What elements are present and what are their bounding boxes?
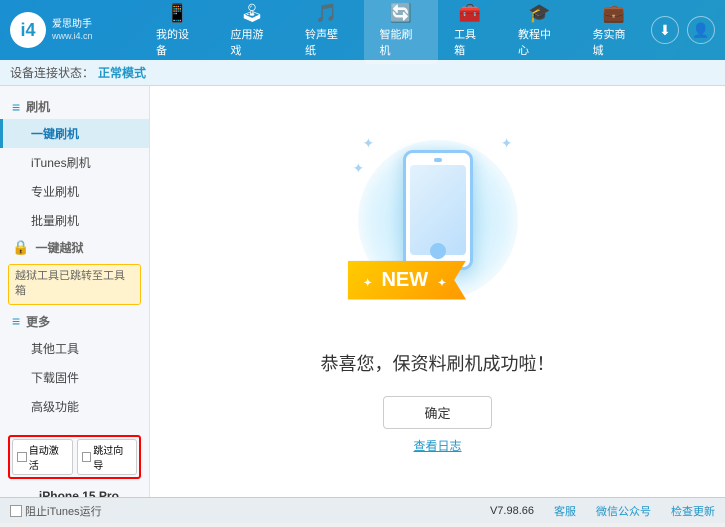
status-value: 正常模式 bbox=[98, 64, 146, 81]
logo-area: i4 爱思助手 www.i4.cn bbox=[10, 12, 140, 48]
nav-my-device[interactable]: 📱 我的设备 bbox=[140, 0, 215, 64]
confirm-button[interactable]: 确定 bbox=[383, 396, 491, 429]
footer-link-wechat[interactable]: 微信公众号 bbox=[596, 503, 651, 519]
device-details: iPhone 15 Pro Max 512GB iPhone bbox=[39, 489, 141, 497]
nav-tutorials[interactable]: 🎓 教程中心 bbox=[502, 0, 577, 64]
status-bar: 设备连接状态： 正常模式 bbox=[0, 60, 725, 86]
version-label: V7.98.66 bbox=[490, 505, 534, 517]
flash-section-icon: ≡ bbox=[12, 99, 20, 115]
device-info: 📱 iPhone 15 Pro Max 512GB iPhone bbox=[0, 485, 149, 497]
status-label: 设备连接状态： bbox=[10, 64, 94, 81]
footer-link-update[interactable]: 检查更新 bbox=[671, 503, 715, 519]
main-layout: ≡ 刷机 一键刷机 iTunes刷机 专业刷机 批量刷机 🔒 一键越狱 越狱工具… bbox=[0, 86, 725, 497]
skip-guide-checkbox[interactable] bbox=[82, 452, 92, 462]
sidebar-item-other-tools[interactable]: 其他工具 bbox=[0, 334, 149, 363]
sparkle-icon-2: ✦ bbox=[501, 135, 513, 152]
header: i4 爱思助手 www.i4.cn 📱 我的设备 🕹 应用游戏 🎵 铃声壁纸 🔄… bbox=[0, 0, 725, 60]
logo-text: 爱思助手 www.i4.cn bbox=[52, 18, 93, 43]
recover-notice: 越狱工具已跳转至工具箱 bbox=[8, 264, 141, 305]
lock-icon: 🔒 bbox=[12, 239, 29, 256]
phone-body bbox=[403, 150, 473, 270]
itunes-checkbox[interactable] bbox=[10, 505, 22, 517]
auto-activate-checkbox[interactable] bbox=[17, 452, 27, 462]
phone-illustration: ✦ ✦ ✦ NEW bbox=[358, 130, 518, 330]
itunes-label: 阻止iTunes运行 bbox=[25, 503, 102, 519]
sidebar-item-download-firmware[interactable]: 下载固件 bbox=[0, 363, 149, 392]
apps-icon: 🕹 bbox=[240, 3, 263, 24]
device-options-box: 自动激活 跳过向导 bbox=[8, 435, 141, 479]
device-icon: 📱 bbox=[166, 3, 188, 24]
itunes-checkbox-area[interactable]: 阻止iTunes运行 bbox=[10, 503, 102, 519]
log-link[interactable]: 查看日志 bbox=[413, 437, 461, 454]
toolbox-icon: 🧰 bbox=[459, 3, 481, 24]
tutorials-icon: 🎓 bbox=[528, 3, 550, 24]
phone-screen bbox=[410, 165, 466, 255]
sidebar-more-section: ≡ 更多 bbox=[0, 309, 149, 334]
footer-link-support[interactable]: 客服 bbox=[554, 503, 576, 519]
sidebar-item-advanced[interactable]: 高级功能 bbox=[0, 392, 149, 421]
nav-smart-flash[interactable]: 🔄 智能刷机 bbox=[364, 0, 439, 64]
ringtone-icon: 🎵 bbox=[315, 3, 337, 24]
sparkle-icon-3: ✦ bbox=[353, 160, 365, 177]
header-right: ⬇ 👤 bbox=[651, 16, 715, 44]
nav-business[interactable]: 💼 务实商城 bbox=[576, 0, 651, 64]
sidebar-item-batch-flash[interactable]: 批量刷机 bbox=[0, 206, 149, 235]
nav-toolbox[interactable]: 🧰 工具箱 bbox=[438, 0, 502, 64]
nav-bar: 📱 我的设备 🕹 应用游戏 🎵 铃声壁纸 🔄 智能刷机 🧰 工具箱 🎓 教程中心… bbox=[140, 0, 651, 64]
sidebar-item-itunes-flash[interactable]: iTunes刷机 bbox=[0, 148, 149, 177]
content-area: ✦ ✦ ✦ NEW 恭喜您，保资料刷机成功啦！ 确定 查看日志 bbox=[150, 86, 725, 497]
more-icon: ≡ bbox=[12, 313, 20, 329]
sidebar-recover-section: 🔒 一键越狱 bbox=[0, 235, 149, 260]
download-button[interactable]: ⬇ bbox=[651, 16, 679, 44]
sparkle-icon-1: ✦ bbox=[363, 135, 375, 152]
user-button[interactable]: 👤 bbox=[687, 16, 715, 44]
logo-icon: i4 bbox=[10, 12, 46, 48]
business-icon: 💼 bbox=[603, 3, 625, 24]
nav-ringtones[interactable]: 🎵 铃声壁纸 bbox=[289, 0, 364, 64]
new-badge: NEW bbox=[348, 261, 467, 300]
sidebar-flash-section: ≡ 刷机 bbox=[0, 94, 149, 119]
phone-home-button bbox=[430, 243, 446, 259]
footer: 阻止iTunes运行 V7.98.66 客服 微信公众号 检查更新 bbox=[0, 497, 725, 523]
sidebar: ≡ 刷机 一键刷机 iTunes刷机 专业刷机 批量刷机 🔒 一键越狱 越狱工具… bbox=[0, 86, 150, 497]
nav-apps-games[interactable]: 🕹 应用游戏 bbox=[215, 0, 290, 64]
skip-guide-option[interactable]: 跳过向导 bbox=[77, 439, 138, 475]
device-name: iPhone 15 Pro Max bbox=[39, 489, 141, 497]
sidebar-item-one-key-flash[interactable]: 一键刷机 bbox=[0, 119, 149, 148]
success-message: 恭喜您，保资料刷机成功啦！ bbox=[321, 350, 555, 376]
auto-activate-option[interactable]: 自动激活 bbox=[12, 439, 73, 475]
phone-camera bbox=[434, 158, 442, 162]
sidebar-item-pro-flash[interactable]: 专业刷机 bbox=[0, 177, 149, 206]
flash-icon: 🔄 bbox=[390, 3, 412, 24]
